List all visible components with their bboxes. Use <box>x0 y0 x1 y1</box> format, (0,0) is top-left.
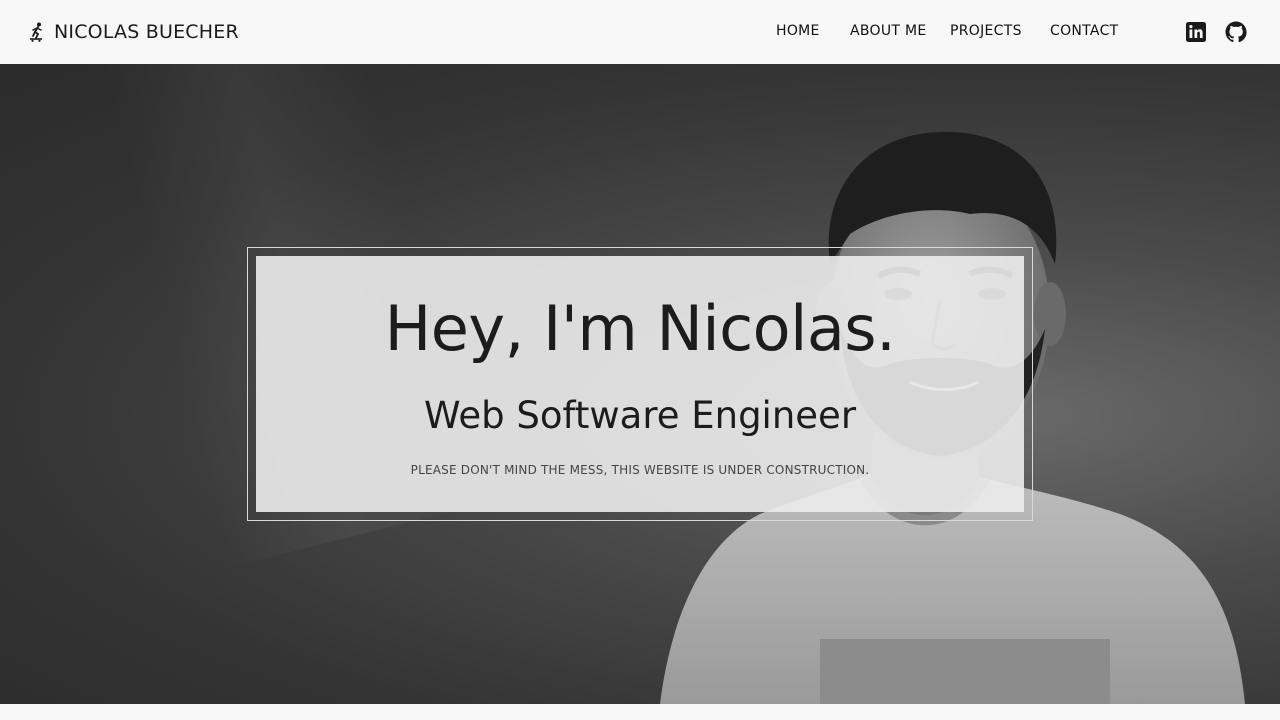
nav-contact[interactable]: CONTACT <box>1050 23 1119 39</box>
navbar: NICOLAS BUECHER HOME ABOUT ME PROJECTS C… <box>0 0 1280 64</box>
hero-section: Hey, I'm Nicolas. Web Software Engineer … <box>0 64 1280 704</box>
nav-home[interactable]: HOME <box>776 23 820 39</box>
linkedin-icon <box>1186 22 1206 42</box>
hero-title: Hey, I'm Nicolas. <box>384 292 896 365</box>
construction-notice: PLEASE DON'T MIND THE MESS, THIS WEBSITE… <box>410 463 870 477</box>
nav-projects[interactable]: PROJECTS <box>950 23 1022 39</box>
github-link[interactable] <box>1224 20 1248 44</box>
nav-about-me[interactable]: ABOUT ME <box>850 23 927 39</box>
hero-subtitle: Web Software Engineer <box>423 394 857 437</box>
main-nav: HOME ABOUT ME PROJECTS CONTACT <box>0 0 1280 64</box>
linkedin-link[interactable] <box>1184 20 1208 44</box>
github-icon <box>1225 21 1247 43</box>
hero-card: Hey, I'm Nicolas. Web Software Engineer … <box>256 256 1024 512</box>
page-bottom-strip <box>0 704 1280 720</box>
